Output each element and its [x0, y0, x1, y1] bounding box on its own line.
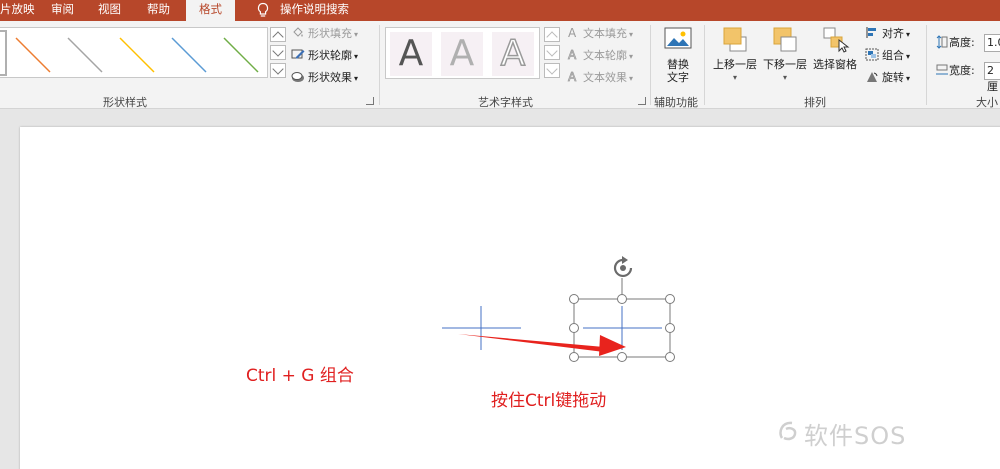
ribbon-format: 形状填充 ▾ 形状轮廓 ▾ 形状效果 ▾ 形状样式 A A A A 文本填充 ▾ A 文本轮…: [0, 21, 1000, 109]
align-button[interactable]: 对齐 ▾: [865, 26, 910, 42]
selection-pane-icon: [820, 25, 850, 55]
selected-swatch-frame: [0, 30, 7, 76]
group-divider: [379, 25, 380, 105]
wordart-style-3[interactable]: A: [492, 32, 534, 76]
send-backward-button[interactable]: 下移一层 ▾: [760, 25, 810, 84]
shape-outline-button[interactable]: 形状轮廓 ▾: [291, 48, 358, 64]
group-objects-icon: [865, 48, 879, 61]
tab-view[interactable]: 视图: [98, 0, 121, 21]
width-input[interactable]: 2 厘: [984, 62, 1000, 93]
height-icon: [936, 35, 948, 49]
group-divider: [704, 25, 705, 105]
bring-forward-icon: [720, 25, 750, 55]
width-icon: [936, 64, 948, 75]
wordart-scroll-up[interactable]: [544, 27, 560, 43]
group-label-size: 大小: [976, 96, 998, 109]
rotate-icon: [867, 72, 878, 82]
shape-effects-button[interactable]: 形状效果 ▾: [291, 70, 358, 86]
alt-text-icon: [663, 25, 693, 55]
width-field-label: 宽度:: [935, 62, 975, 80]
wordart-style-2[interactable]: A: [441, 32, 483, 76]
send-backward-label: 下移一层: [763, 58, 807, 71]
selection-pane-button[interactable]: 选择窗格: [810, 25, 860, 71]
group-divider: [650, 25, 651, 105]
text-outline-button[interactable]: A 文本轮廓 ▾: [566, 48, 633, 64]
height-label: 高度:: [949, 36, 975, 49]
rotate-button[interactable]: 旋转 ▾: [865, 70, 910, 86]
group-label: 组合: [882, 49, 904, 62]
shape-fill-label: 形状填充: [308, 27, 352, 40]
watermark-logo-icon: [779, 421, 797, 441]
wordart-scroll-down[interactable]: [544, 45, 560, 60]
height-field-label: 高度:: [935, 34, 975, 52]
align-label: 对齐: [882, 27, 904, 40]
pen-outline-icon: [291, 49, 305, 59]
text-fill-icon: A: [568, 26, 577, 39]
tab-help[interactable]: 帮助: [147, 0, 170, 21]
text-effects-button[interactable]: A 文本效果 ▾: [566, 70, 633, 86]
annotation-drag-hint: 按住Ctrl键拖动: [491, 391, 607, 411]
wordart-style-1[interactable]: A: [390, 32, 432, 76]
text-effects-icon: A: [568, 70, 578, 83]
svg-text:A: A: [568, 48, 577, 61]
line-style-swatch[interactable]: [15, 37, 51, 73]
line-style-swatches: [0, 30, 259, 76]
gallery-more[interactable]: [270, 63, 286, 78]
bring-forward-button[interactable]: 上移一层 ▾: [710, 25, 760, 84]
group-label-wordart-styles: 艺术字样式: [478, 96, 533, 109]
tell-me-search[interactable]: 操作说明搜索: [280, 0, 349, 21]
group-label-shape-styles: 形状样式: [103, 96, 147, 109]
width-label: 宽度:: [949, 64, 975, 77]
svg-text:A: A: [568, 26, 577, 39]
text-outline-icon: A: [568, 48, 578, 61]
shape-outline-label: 形状轮廓: [308, 49, 352, 62]
text-outline-label: 文本轮廓: [583, 49, 627, 62]
send-backward-icon: [770, 25, 800, 55]
line-style-swatch[interactable]: [171, 37, 207, 73]
paint-bucket-icon: [293, 27, 303, 37]
gallery-scroll-up[interactable]: [270, 27, 286, 43]
alt-text-label-2: 文字: [667, 71, 689, 84]
alt-text-button[interactable]: 替换 文字: [659, 25, 697, 84]
svg-text:A: A: [568, 70, 577, 83]
bring-forward-label: 上移一层: [713, 58, 757, 71]
text-fill-button[interactable]: A 文本填充 ▾: [566, 26, 633, 42]
ribbon-tab-bar: 片放映 审阅 视图 帮助 格式 操作说明搜索: [0, 0, 1000, 22]
alt-text-label-1: 替换: [667, 58, 689, 71]
wordart-gallery[interactable]: A A A: [385, 27, 540, 79]
group-label-accessibility: 辅助功能: [654, 96, 698, 109]
height-input[interactable]: 1.0: [984, 34, 1000, 52]
shape-effects-icon: [291, 72, 304, 82]
wordart-more[interactable]: [544, 63, 560, 78]
group-button[interactable]: 组合 ▾: [865, 48, 910, 64]
group-label-arrange: 排列: [804, 96, 826, 109]
rotate-label: 旋转: [882, 71, 904, 84]
shape-fill-button[interactable]: 形状填充 ▾: [291, 26, 358, 42]
tab-format[interactable]: 格式: [186, 0, 235, 22]
shape-effects-label: 形状效果: [308, 71, 352, 84]
line-style-swatch[interactable]: [67, 37, 103, 73]
wordart-launcher-icon[interactable]: [638, 97, 646, 105]
watermark-text: 软件SOS: [804, 422, 907, 450]
shape-styles-launcher-icon[interactable]: [366, 97, 374, 105]
text-effects-label: 文本效果: [583, 71, 627, 84]
align-icon: [866, 27, 876, 38]
annotation-group-shortcut: Ctrl + G 组合: [246, 366, 354, 386]
gallery-scroll-down[interactable]: [270, 45, 286, 60]
selection-pane-label: 选择窗格: [813, 58, 857, 71]
line-style-swatch[interactable]: [223, 37, 259, 73]
line-style-swatch[interactable]: [119, 37, 155, 73]
lightbulb-icon: [257, 2, 269, 17]
shape-style-gallery[interactable]: [0, 27, 268, 78]
tab-review[interactable]: 审阅: [51, 0, 74, 21]
group-divider: [926, 25, 927, 105]
text-fill-label: 文本填充: [583, 27, 627, 40]
tab-slideshow[interactable]: 片放映: [0, 0, 35, 21]
